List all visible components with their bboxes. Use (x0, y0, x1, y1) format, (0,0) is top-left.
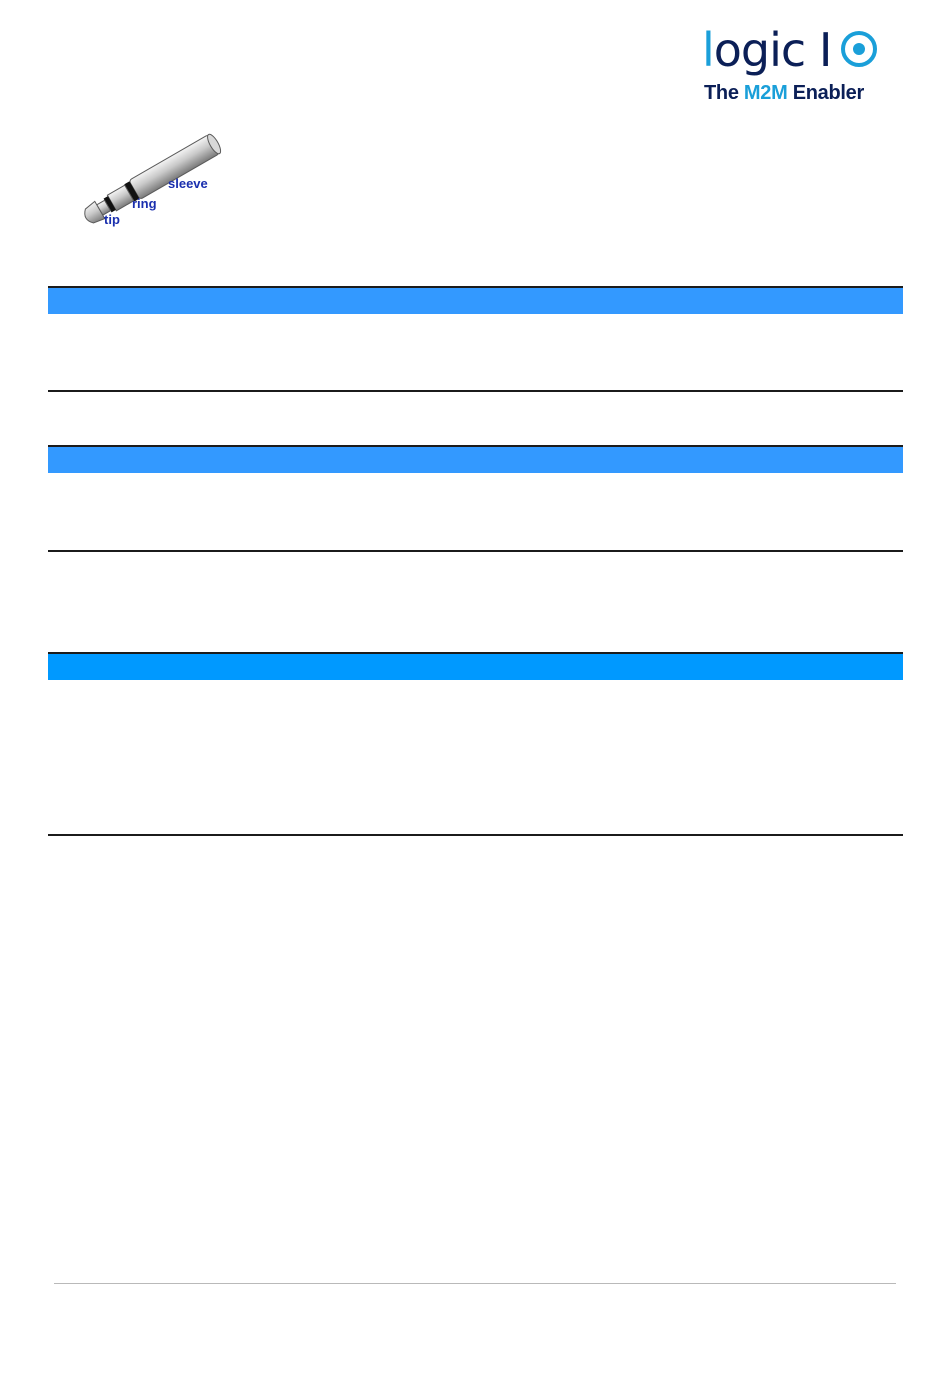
table-bottom-rule (48, 550, 903, 552)
company-logo: logic I The M2M Enabler (700, 24, 890, 108)
logo-wordmark: logic I (702, 23, 833, 77)
table-header-row (48, 286, 903, 314)
footer-divider (54, 1283, 896, 1284)
logo-tagline: The M2M Enabler (704, 82, 864, 105)
audio-jack-illustration: tip ring sleeve (70, 126, 230, 236)
tagline-pre: The (704, 82, 744, 104)
globe-icon (841, 31, 877, 67)
sleeve-label: sleeve (168, 176, 208, 191)
tip-label: tip (104, 212, 120, 227)
table-bottom-rule (48, 390, 903, 392)
tagline-post: Enabler (787, 82, 865, 104)
table-header-row (48, 652, 903, 680)
logo-wordmark-rest: ogic I (713, 23, 833, 77)
logo-wordmark-prefix: l (702, 23, 715, 77)
table-bottom-rule (48, 834, 903, 836)
table-header-row (48, 445, 903, 473)
ring-label: ring (132, 196, 157, 211)
tagline-accent: M2M (743, 82, 788, 104)
